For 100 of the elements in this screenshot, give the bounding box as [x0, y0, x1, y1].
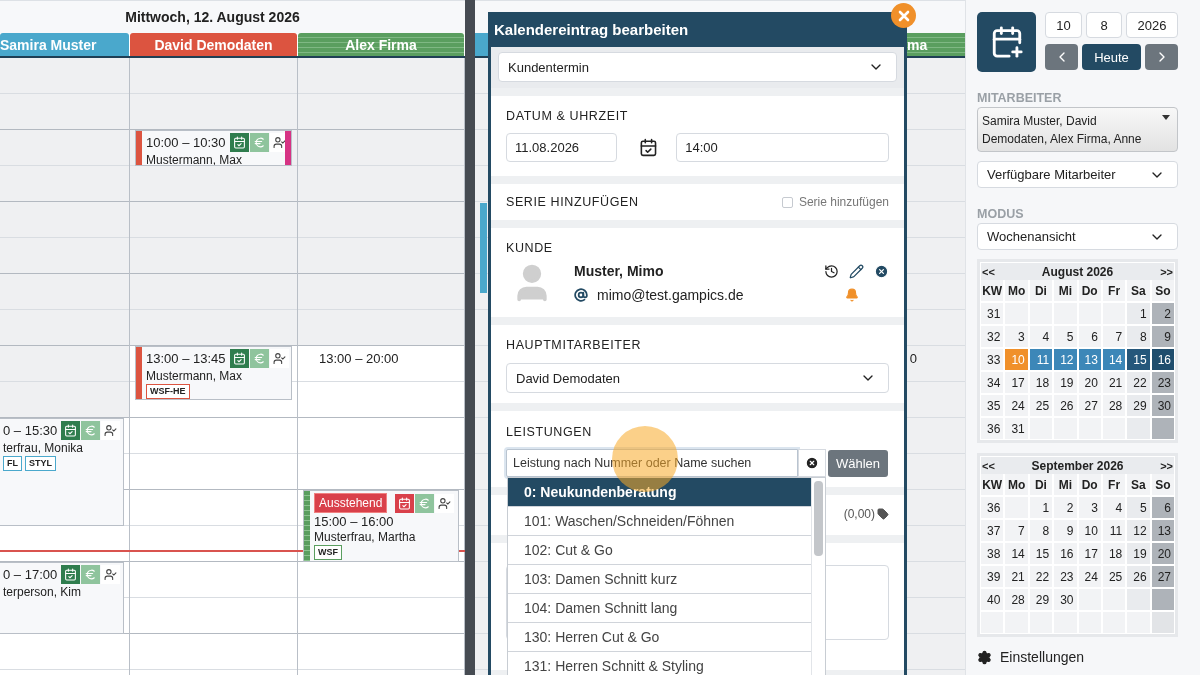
series-checkbox[interactable] [781, 196, 793, 208]
calendar-day[interactable]: 2 [1151, 303, 1174, 324]
weekday-header: Fr [1102, 474, 1126, 495]
date-field[interactable]: 11.08.2026 [506, 133, 618, 162]
calendar-day[interactable]: 7 [1005, 520, 1028, 541]
suggestion-item[interactable]: 0: Neukundenberatung [508, 478, 811, 507]
calendar-day[interactable]: 21 [1102, 372, 1126, 393]
calendar-day[interactable]: 22 [1029, 566, 1053, 587]
calendar-day[interactable]: 20 [1151, 543, 1174, 564]
calendar-day[interactable]: 6 [1078, 326, 1101, 347]
calendar-day[interactable]: 15 [1127, 349, 1150, 370]
appointment-card[interactable]: 13:00 – 13:45 Mustermann, Max WSF-HE [135, 346, 292, 400]
calendar-day[interactable]: 7 [1102, 326, 1126, 347]
choose-button[interactable]: Wählen [828, 449, 889, 477]
calendar-day[interactable]: 24 [1078, 566, 1101, 587]
calendar-day[interactable]: 8 [1029, 520, 1053, 541]
next-month-link[interactable]: >> [1160, 459, 1173, 472]
calendar-day[interactable]: 4 [1029, 326, 1053, 347]
scrollbar-thumb[interactable] [814, 481, 823, 556]
calendar-day[interactable]: 30 [1151, 395, 1174, 416]
calendar-day[interactable]: 29 [1029, 589, 1053, 610]
calendar-day[interactable]: 19 [1127, 543, 1150, 564]
tag-icon [877, 508, 889, 520]
calendar-check-icon[interactable] [639, 138, 659, 157]
calendar-day[interactable]: 17 [1078, 543, 1101, 564]
calendar-day[interactable]: 17 [1005, 372, 1028, 393]
calendar-day[interactable]: 26 [1127, 566, 1150, 587]
mode-select[interactable]: Wochenansicht [977, 223, 1178, 250]
calendar-day[interactable]: 10 [1078, 520, 1101, 541]
previous-month-link[interactable]: << [982, 265, 995, 278]
staff-header: David Demodaten [130, 33, 297, 56]
appointment-card[interactable]: 0 – 15:30 terfrau, Monika FL STYL [0, 418, 124, 526]
calendar-day[interactable]: 1 [1127, 303, 1150, 324]
calendar-day[interactable]: 12 [1127, 520, 1150, 541]
date-part-field[interactable]: 8 [1086, 12, 1122, 38]
appointment-card[interactable]: 10:00 – 10:30 Mustermann, Max [135, 130, 292, 166]
staff-multiselect[interactable]: Samira Muster, David Demodaten, Alex Firma, Anne [977, 107, 1178, 152]
calendar-day[interactable]: 16 [1151, 349, 1174, 370]
calendar-day[interactable]: 13 [1078, 349, 1101, 370]
calendar-day[interactable]: 24 [1005, 395, 1028, 416]
calendar-day[interactable]: 11 [1102, 520, 1126, 541]
calendar-day[interactable]: 26 [1054, 395, 1077, 416]
calendar-day[interactable]: 19 [1054, 372, 1077, 393]
calendar-day[interactable]: 14 [1102, 349, 1126, 370]
calendar-day[interactable]: 1 [1029, 497, 1053, 518]
calendar-day[interactable]: 4 [1102, 497, 1126, 518]
settings-icon[interactable] [977, 649, 992, 665]
calendar-day[interactable]: 18 [1029, 372, 1053, 393]
calendar-day[interactable]: 3 [1078, 497, 1101, 518]
next-button[interactable] [1145, 44, 1178, 70]
calendar-day[interactable]: 25 [1029, 395, 1053, 416]
calendar-day[interactable]: 30 [1054, 589, 1077, 610]
calendar-day[interactable]: 3 [1005, 326, 1028, 347]
calendar-day[interactable]: 11 [1029, 349, 1053, 370]
date-part-field[interactable]: 10 [1045, 12, 1082, 38]
calendar-day[interactable]: 5 [1127, 497, 1150, 518]
calendar-day[interactable]: 25 [1102, 566, 1126, 587]
staff-select[interactable]: David Demodaten [506, 363, 889, 393]
clear-button[interactable] [798, 449, 826, 477]
field-label: MODUS [977, 207, 1025, 221]
calendar-day[interactable]: 27 [1151, 566, 1174, 587]
week-number: 38 [981, 543, 1004, 564]
remove-icon[interactable] [874, 263, 889, 279]
calendar-day[interactable]: 14 [1005, 543, 1028, 564]
calendar-day[interactable]: 28 [1005, 589, 1028, 610]
calendar-day[interactable]: 6 [1151, 497, 1174, 518]
calendar-day[interactable]: 27 [1078, 395, 1101, 416]
calendar-day[interactable]: 20 [1078, 372, 1101, 393]
appointment-card[interactable]: Ausstehend 15:00 – 16:00 Musterfrau, Martha WSF [303, 490, 459, 562]
add-appointment-button[interactable] [977, 12, 1036, 72]
history-icon[interactable] [824, 263, 839, 279]
calendar-day[interactable]: 16 [1054, 543, 1077, 564]
calendar-day[interactable]: 29 [1127, 395, 1150, 416]
calendar-day[interactable]: 23 [1054, 566, 1077, 587]
pencil-icon[interactable] [849, 263, 864, 279]
settings-link[interactable]: Einstellungen [1000, 649, 1085, 665]
availability-select[interactable]: Verfügbare Mitarbeiter [977, 161, 1178, 188]
calendar-day[interactable]: 13 [1151, 520, 1174, 541]
previous-month-link[interactable]: << [982, 459, 995, 472]
calendar-day[interactable]: 22 [1127, 372, 1150, 393]
calendar-day[interactable]: 21 [1005, 566, 1028, 587]
calendar-day[interactable]: 8 [1127, 326, 1150, 347]
type-select[interactable]: Kundentermin [498, 52, 897, 82]
next-month-link[interactable]: >> [1160, 265, 1173, 278]
calendar-day[interactable]: 23 [1151, 372, 1174, 393]
calendar-day[interactable]: 28 [1102, 395, 1126, 416]
calendar-day[interactable]: 15 [1029, 543, 1053, 564]
calendar-day[interactable]: 2 [1054, 497, 1077, 518]
calendar-day[interactable]: 9 [1054, 520, 1077, 541]
date-part-field[interactable]: 2026 [1126, 12, 1178, 38]
today-button[interactable]: Heute [1082, 44, 1141, 70]
time-field[interactable]: 14:00 [676, 133, 889, 162]
previous-button[interactable] [1045, 44, 1078, 70]
calendar-day[interactable]: 18 [1102, 543, 1126, 564]
calendar-day[interactable]: 9 [1151, 326, 1174, 347]
event-time: 15:00 – 16:00 [314, 514, 395, 529]
calendar-day[interactable]: 12 [1054, 349, 1077, 370]
calendar-day[interactable]: 5 [1054, 326, 1077, 347]
calendar-day[interactable]: 31 [1005, 418, 1028, 439]
appointment-card[interactable]: 0 – 17:00 terperson, Kim [0, 562, 124, 634]
